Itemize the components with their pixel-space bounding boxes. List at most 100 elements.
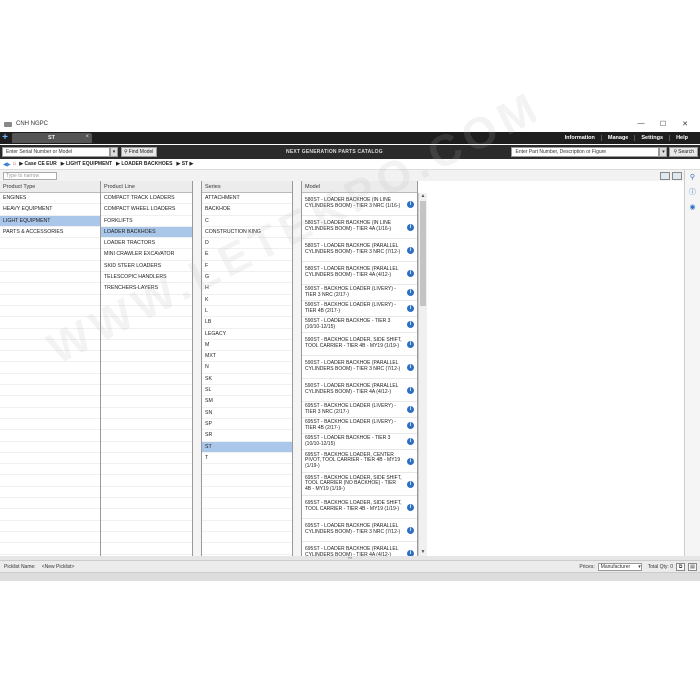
- list-item[interactable]: FORKLIFTS: [101, 216, 192, 227]
- list-item[interactable]: G: [202, 272, 292, 284]
- model-row[interactable]: 695ST - BACKHOE LOADER (LIVERY) - TIER 4…: [302, 418, 417, 434]
- info-icon[interactable]: i: [407, 223, 414, 231]
- list-item[interactable]: H: [202, 283, 292, 295]
- menu-manage[interactable]: Manage: [600, 135, 634, 141]
- new-tab-button[interactable]: +: [0, 133, 10, 143]
- model-row[interactable]: 590ST - BACKHOE LOADER (LIVERY) - TIER 3…: [302, 285, 417, 301]
- info-icon[interactable]: i: [407, 305, 414, 312]
- info-icon[interactable]: i: [407, 200, 414, 208]
- list-item[interactable]: SL: [202, 385, 292, 397]
- info-icon[interactable]: i: [407, 422, 414, 429]
- maximize-button[interactable]: ☐: [652, 120, 674, 128]
- info-icon[interactable]: i: [407, 363, 414, 371]
- list-view-icon[interactable]: [660, 171, 670, 180]
- prices-select[interactable]: Manufacturer ▾: [597, 562, 642, 571]
- tab-st[interactable]: ST ×: [12, 133, 92, 143]
- info-icon[interactable]: i: [407, 289, 414, 296]
- list-item[interactable]: LB: [202, 317, 292, 329]
- list-item[interactable]: SP: [202, 419, 292, 431]
- model-row[interactable]: 580ST - LOADER BACKHOE (IN LINE CYLINDER…: [302, 216, 417, 239]
- list-item[interactable]: LEGACY: [202, 329, 292, 340]
- list-item[interactable]: MXT: [202, 351, 292, 363]
- picklist-name[interactable]: <New Picklist>: [42, 564, 75, 570]
- list-item[interactable]: M: [202, 340, 292, 352]
- info-icon[interactable]: i: [407, 321, 414, 328]
- list-item[interactable]: TRENCHERS-LAYERS: [101, 283, 192, 295]
- info-icon[interactable]: i: [407, 457, 414, 465]
- list-item[interactable]: ENGINES: [0, 193, 100, 205]
- list-item[interactable]: CONSTRUCTION KING: [202, 227, 292, 239]
- magnifier-icon[interactable]: ⚲: [687, 172, 698, 183]
- breadcrumb-item[interactable]: ▶ LOADER BACKHOES: [116, 161, 172, 167]
- list-item[interactable]: SK: [202, 374, 292, 386]
- list-item[interactable]: LOADER BACKHOES: [101, 226, 192, 239]
- part-search-input[interactable]: Enter Part Number, Description or Figure: [511, 147, 660, 157]
- part-dropdown-icon[interactable]: ▾: [659, 147, 668, 157]
- menu-information[interactable]: Information: [559, 135, 601, 141]
- breadcrumb-item[interactable]: ▶ LIGHT EQUIPMENT: [61, 161, 112, 167]
- info-icon[interactable]: i: [407, 480, 414, 488]
- model-row[interactable]: 580ST - LOADER BACKHOE (PARALLEL CYLINDE…: [302, 239, 417, 262]
- info-icon[interactable]: i: [407, 386, 414, 394]
- model-row[interactable]: 580ST - LOADER BACKHOE (PARALLEL CYLINDE…: [302, 262, 417, 285]
- list-item[interactable]: ATTACHMENT: [202, 193, 292, 205]
- list-item[interactable]: PARTS & ACCESSORIES: [0, 227, 100, 239]
- model-row[interactable]: 580ST - LOADER BACKHOE (IN LINE CYLINDER…: [302, 193, 417, 216]
- model-row[interactable]: 695ST - LOADER BACKHOE (PARALLEL CYLINDE…: [302, 542, 417, 556]
- scroll-down-icon[interactable]: ▼: [419, 549, 427, 556]
- list-item[interactable]: SR: [202, 430, 292, 442]
- info-icon[interactable]: i: [407, 438, 414, 445]
- model-row[interactable]: 695ST - BACKHOE LOADER, CENTER PIVOT, TO…: [302, 450, 417, 473]
- model-row[interactable]: 590ST - LOADER BACKHOE (PARALLEL CYLINDE…: [302, 356, 417, 379]
- list-item[interactable]: N: [202, 362, 292, 374]
- info-icon[interactable]: i: [407, 269, 414, 277]
- list-item[interactable]: ST: [202, 441, 292, 453]
- serial-number-input[interactable]: Enter Serial Number or Model: [2, 147, 110, 157]
- serial-dropdown-icon[interactable]: ▾: [110, 147, 118, 157]
- breadcrumb-item[interactable]: ▶ Case CE EUR: [19, 161, 56, 167]
- list-item[interactable]: TELESCOPIC HANDLERS: [101, 272, 192, 284]
- detail-view-icon[interactable]: [672, 171, 682, 180]
- list-item[interactable]: SN: [202, 408, 292, 419]
- info-icon[interactable]: ⓘ: [687, 187, 698, 198]
- globe-icon[interactable]: ◉: [687, 202, 698, 213]
- info-icon[interactable]: i: [407, 526, 414, 534]
- model-row[interactable]: 590ST - LOADER BACKHOE (PARALLEL CYLINDE…: [302, 379, 417, 402]
- home-icon[interactable]: ⌂: [13, 161, 17, 167]
- info-icon[interactable]: i: [407, 246, 414, 254]
- menu-settings[interactable]: Settings: [634, 135, 669, 141]
- close-button[interactable]: ✕: [674, 120, 696, 128]
- model-row[interactable]: 695ST - BACKHOE LOADER (LIVERY) - TIER 3…: [302, 402, 417, 418]
- tab-close-icon[interactable]: ×: [85, 134, 89, 140]
- model-row[interactable]: 590ST - LOADER BACKHOE - TIER 3 (10/10-1…: [302, 317, 417, 333]
- filter-input[interactable]: Type to narrow: [3, 171, 57, 180]
- column-header[interactable]: Product Type: [0, 181, 100, 193]
- info-icon[interactable]: i: [407, 340, 414, 348]
- model-row[interactable]: 695ST - BACKHOE LOADER, SIDE SHIFT, TOOL…: [302, 496, 417, 519]
- scroll-up-icon[interactable]: ▲: [419, 193, 427, 200]
- list-item[interactable]: L: [202, 306, 292, 318]
- scroll-thumb[interactable]: [420, 201, 426, 306]
- model-scrollbar[interactable]: ▲ ▼: [418, 193, 427, 556]
- list-item[interactable]: E: [202, 249, 292, 261]
- list-item[interactable]: SKID STEER LOADERS: [101, 261, 192, 273]
- model-row[interactable]: 590ST - BACKHOE LOADER, SIDE SHIFT, TOOL…: [302, 333, 417, 356]
- model-row[interactable]: 695ST - LOADER BACKHOE (PARALLEL CYLINDE…: [302, 519, 417, 542]
- minimize-button[interactable]: —: [630, 120, 652, 128]
- model-row[interactable]: 695ST - BACKHOE LOADER, SIDE SHIFT, TOOL…: [302, 473, 417, 496]
- list-item[interactable]: LIGHT EQUIPMENT: [0, 215, 100, 227]
- back-forward-icon[interactable]: ◀▸: [3, 161, 11, 168]
- info-icon[interactable]: i: [407, 503, 414, 511]
- model-row[interactable]: 695ST - LOADER BACKHOE - TIER 3 (10/10-1…: [302, 434, 417, 450]
- list-item[interactable]: F: [202, 261, 292, 273]
- column-header[interactable]: Model: [302, 181, 417, 193]
- list-item[interactable]: MINI CRAWLER EXCAVATOR: [101, 249, 192, 261]
- list-item[interactable]: HEAVY EQUIPMENT: [0, 204, 100, 216]
- find-model-button[interactable]: ⚲ Find Model: [121, 147, 158, 157]
- list-item[interactable]: SM: [202, 396, 292, 408]
- menu-help[interactable]: Help: [669, 135, 694, 141]
- search-button[interactable]: ⚲ Search: [669, 147, 698, 157]
- list-item[interactable]: LOADER TRACTORS: [101, 238, 192, 250]
- column-header[interactable]: Product Line: [101, 181, 192, 193]
- list-item[interactable]: D: [202, 238, 292, 250]
